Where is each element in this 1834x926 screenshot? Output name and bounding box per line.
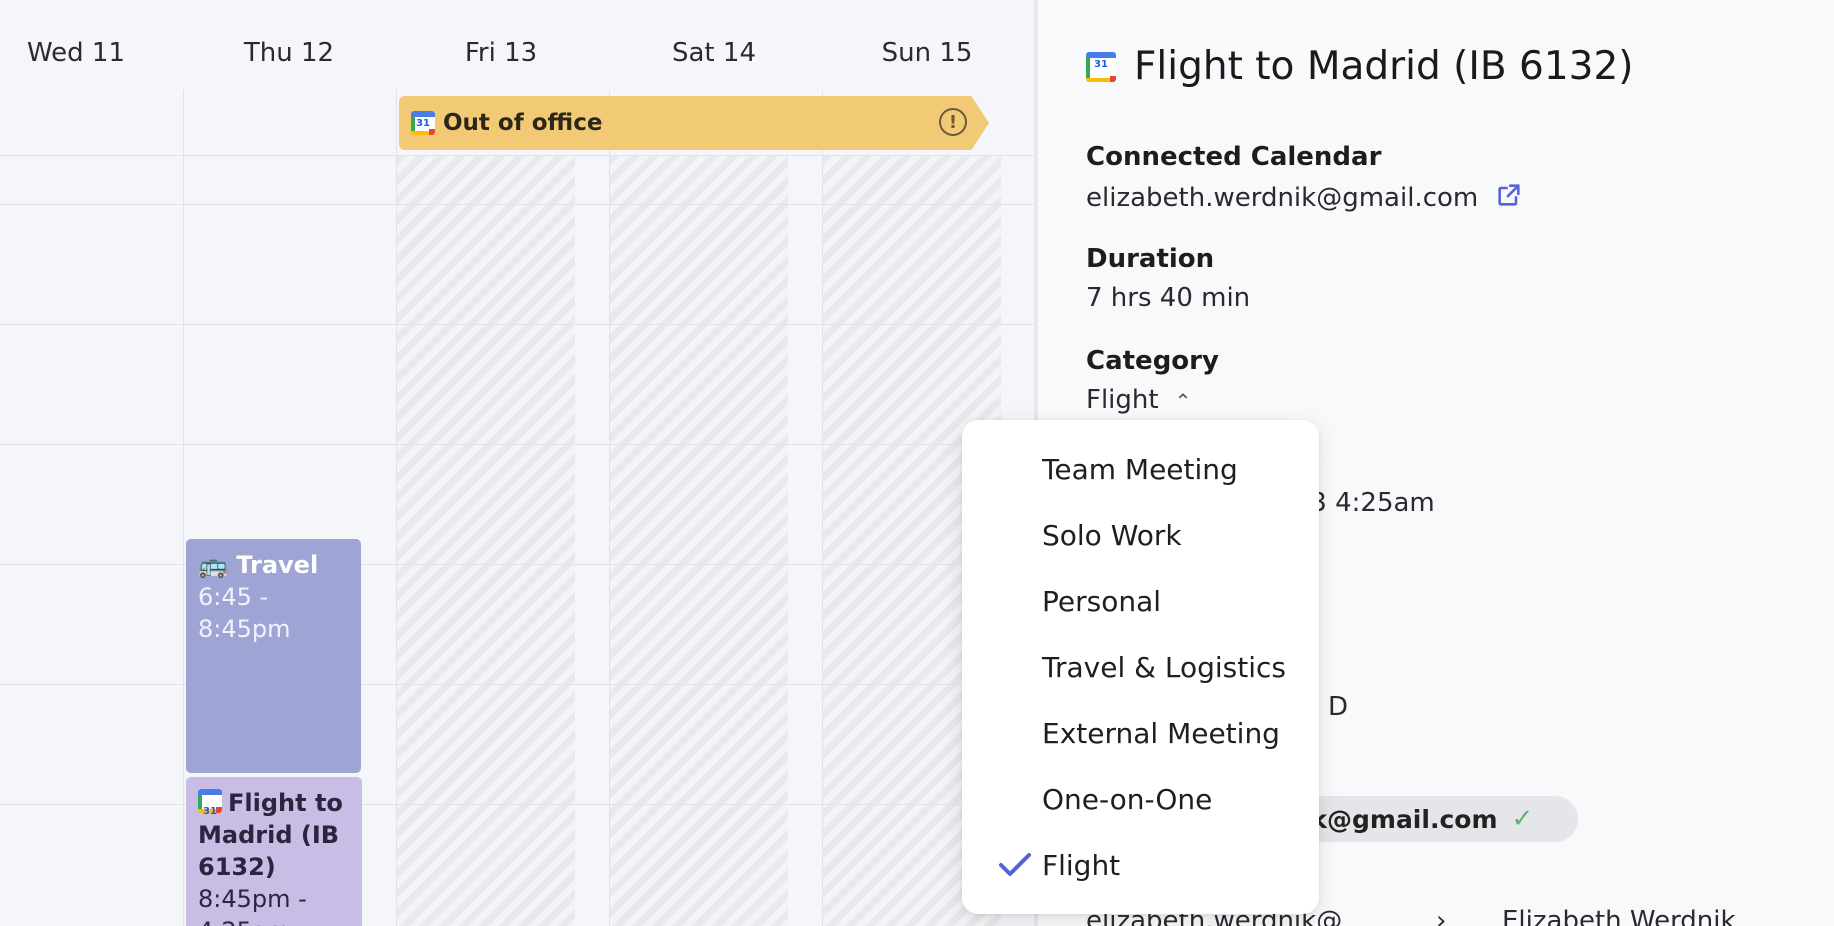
grid-line bbox=[0, 804, 1034, 805]
grid-line bbox=[396, 90, 397, 926]
duration-value: 7 hrs 40 min bbox=[1086, 283, 1251, 313]
connected-calendar-value: elizabeth.werdnik@gmail.com bbox=[1086, 181, 1523, 216]
google-calendar-icon bbox=[411, 111, 435, 135]
connected-calendar-email: elizabeth.werdnik@gmail.com bbox=[1086, 183, 1479, 213]
day-header-wed[interactable]: Wed 11 bbox=[0, 38, 166, 68]
flight-event[interactable]: Flight to Madrid (IB 6132) 8:45pm - 4:25… bbox=[186, 777, 362, 926]
option-label: Solo Work bbox=[1042, 518, 1182, 552]
category-option-travel-logistics[interactable]: Travel & Logistics bbox=[962, 634, 1319, 700]
category-selected-value: Flight bbox=[1086, 385, 1159, 415]
option-label: Flight bbox=[1042, 848, 1121, 882]
grid-line bbox=[183, 90, 184, 926]
category-option-one-on-one[interactable]: One-on-One bbox=[962, 766, 1319, 832]
grid-line bbox=[822, 90, 823, 926]
category-option-personal[interactable]: Personal bbox=[962, 568, 1319, 634]
duration-label: Duration bbox=[1086, 244, 1215, 274]
event-location: D bbox=[1328, 692, 1349, 722]
chevron-right-icon: › bbox=[1436, 906, 1447, 926]
event-title-row: Flight to Madrid (IB 6132) bbox=[1086, 44, 1633, 89]
day-header-sun[interactable]: Sun 15 bbox=[837, 38, 1017, 68]
day-header-thu[interactable]: Thu 12 bbox=[199, 38, 379, 68]
day-header-fri[interactable]: Fri 13 bbox=[411, 38, 591, 68]
bus-icon: 🚌 bbox=[198, 551, 228, 579]
grid-line bbox=[0, 324, 1034, 325]
option-label: One-on-One bbox=[1042, 782, 1213, 816]
category-option-solo-work[interactable]: Solo Work bbox=[962, 502, 1319, 568]
google-calendar-icon bbox=[1086, 51, 1116, 82]
check-icon: ✓ bbox=[1511, 804, 1534, 834]
external-link-icon[interactable] bbox=[1495, 181, 1523, 216]
warning-circle-icon[interactable]: ! bbox=[939, 108, 967, 136]
organizer-name: Elizabeth Werdnik bbox=[1502, 906, 1736, 926]
calendar-week-view: Wed 11 Thu 12 Fri 13 Sat 14 Sun 15 Out o… bbox=[0, 0, 1034, 926]
option-label: External Meeting bbox=[1042, 716, 1280, 750]
category-select[interactable]: Flight ⌃ bbox=[1086, 385, 1191, 415]
ooo-hatch-fri bbox=[397, 156, 575, 926]
category-dropdown-menu: Team Meeting Solo Work Personal Travel &… bbox=[962, 420, 1319, 914]
ooo-hatch-sat bbox=[610, 156, 788, 926]
grid-line bbox=[609, 90, 610, 926]
travel-event[interactable]: 🚌 Travel 6:45 - 8:45pm bbox=[186, 539, 361, 773]
option-label: Personal bbox=[1042, 584, 1162, 618]
option-label: Travel & Logistics bbox=[1042, 650, 1286, 684]
category-option-external-meeting[interactable]: External Meeting bbox=[962, 700, 1319, 766]
event-title: Travel bbox=[236, 551, 319, 579]
checkmark-icon bbox=[999, 853, 1031, 876]
category-option-team-meeting[interactable]: Team Meeting bbox=[962, 436, 1319, 502]
event-detail-title: Flight to Madrid (IB 6132) bbox=[1134, 44, 1634, 89]
option-label: Team Meeting bbox=[1042, 452, 1238, 486]
connected-calendar-label: Connected Calendar bbox=[1086, 142, 1382, 172]
day-header-sat[interactable]: Sat 14 bbox=[624, 38, 804, 68]
grid-line bbox=[0, 444, 1034, 445]
grid-line bbox=[0, 684, 1034, 685]
category-label: Category bbox=[1086, 346, 1219, 376]
grid-line bbox=[0, 564, 1034, 565]
out-of-office-label: Out of office bbox=[443, 110, 603, 136]
grid-line bbox=[0, 204, 1034, 205]
category-option-flight[interactable]: Flight bbox=[962, 832, 1319, 898]
event-time: 8:45pm - 4:25am bbox=[198, 885, 307, 926]
chevron-up-icon: ⌃ bbox=[1174, 389, 1192, 413]
out-of-office-event[interactable]: Out of office ! bbox=[399, 96, 989, 150]
google-calendar-icon bbox=[198, 789, 222, 828]
event-time: 6:45 - 8:45pm bbox=[198, 583, 291, 643]
grid-line bbox=[0, 155, 1034, 156]
